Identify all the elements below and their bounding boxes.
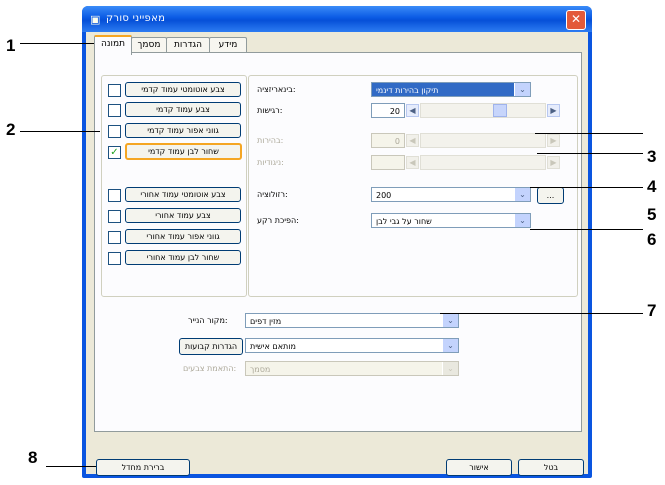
callout-line-4	[530, 187, 643, 188]
front-auto-color-checkbox[interactable]	[108, 84, 121, 97]
close-icon: ✕	[570, 12, 582, 26]
invert-label: הפיכת רקע:	[257, 216, 299, 225]
rear-auto-color-checkbox[interactable]	[108, 189, 121, 202]
rear-gray-preset[interactable]: גווני אפור עמוד אחורי	[125, 229, 241, 244]
color-match-dropdown[interactable]: מסמך ⌄	[245, 361, 459, 376]
chevron-down-icon[interactable]: ⌄	[442, 314, 458, 327]
contrast-input[interactable]	[371, 155, 405, 170]
callout-line-3	[535, 133, 643, 134]
sensitivity-left-arrow-icon[interactable]: ◀	[406, 104, 419, 117]
brightness-left-arrow-icon[interactable]: ◀	[406, 134, 419, 147]
rear-color-preset[interactable]: צבע עמוד אחורי	[125, 208, 241, 223]
brightness-input[interactable]: 0	[371, 133, 405, 148]
callout-line-8	[46, 466, 96, 467]
scanner-properties-dialog: ▣ מאפייני סורק ✕ תמונה מסמך הגדרות מידע …	[82, 6, 592, 478]
paper-source-label: מקור הנייר:	[188, 316, 228, 325]
callout-line-3b	[537, 153, 643, 154]
chevron-down-icon[interactable]: ⌄	[514, 188, 530, 201]
chevron-down-icon[interactable]: ⌄	[442, 362, 458, 375]
ok-button[interactable]: אישור	[446, 459, 512, 476]
cancel-button[interactable]: בטל	[518, 459, 584, 476]
dialog-client-area: תמונה מסמך הגדרות מידע צבע אוטומטי עמוד …	[86, 32, 588, 476]
sensitivity-right-arrow-icon[interactable]: ▶	[547, 104, 560, 117]
front-gray-checkbox[interactable]	[108, 125, 121, 138]
front-gray-preset[interactable]: גווני אפור עמוד קדמי	[125, 123, 241, 138]
contrast-left-arrow-icon[interactable]: ◀	[406, 156, 419, 169]
chevron-down-icon[interactable]: ⌄	[442, 339, 458, 352]
contrast-right-arrow-icon[interactable]: ▶	[547, 156, 560, 169]
custom-dropdown[interactable]: מותאם אישית ⌄	[245, 338, 459, 353]
rear-bw-preset[interactable]: שחור לבן עמוד אחורי	[125, 250, 241, 265]
callout-2: 2	[6, 120, 16, 139]
contrast-slider-track[interactable]	[420, 155, 546, 170]
tab-image[interactable]: תמונה	[94, 35, 132, 55]
callout-4: 4	[647, 177, 657, 196]
callout-line-5	[530, 229, 643, 230]
contrast-label: ניגודיות:	[257, 158, 284, 167]
brightness-label: בהירות:	[257, 136, 284, 145]
brightness-slider-track[interactable]	[420, 133, 546, 148]
front-color-preset[interactable]: צבע עמוד קדמי	[125, 102, 241, 117]
binarization-label: בינאריזציה:	[257, 85, 296, 94]
invert-value: שחור על גבי לבן	[376, 217, 432, 226]
scanner-icon: ▣	[90, 13, 101, 26]
callout-1: 1	[6, 36, 16, 55]
rear-color-checkbox[interactable]	[108, 210, 121, 223]
tab-info[interactable]: מידע	[209, 37, 247, 53]
color-match-value: מסמך	[250, 365, 271, 374]
title-bar: ▣ מאפייני סורק ✕	[82, 6, 592, 32]
preset-settings-button[interactable]: הגדרות קבועות	[179, 338, 243, 355]
chevron-down-icon[interactable]: ⌄	[514, 214, 530, 227]
binarization-dropdown[interactable]: תיקון בהירות דינמי ⌄	[371, 82, 531, 97]
rear-auto-color-preset[interactable]: צבע אוטומטי עמוד אחורי	[125, 187, 241, 202]
custom-value: מותאם אישית	[250, 342, 296, 351]
callout-7: 7	[647, 301, 657, 320]
callout-5: 5	[647, 205, 657, 224]
brightness-right-arrow-icon[interactable]: ▶	[547, 134, 560, 147]
callout-8: 8	[28, 448, 38, 467]
callout-6: 6	[647, 230, 657, 249]
callout-line-7	[440, 313, 643, 314]
invert-dropdown[interactable]: שחור על גבי לבן ⌄	[371, 213, 531, 228]
rear-gray-checkbox[interactable]	[108, 231, 121, 244]
sensitivity-slider-track[interactable]	[420, 103, 546, 118]
binarization-value: תיקון בהירות דינמי	[376, 86, 439, 95]
paper-source-value: מזין דפים	[250, 317, 282, 326]
callout-line-2	[20, 131, 100, 132]
window-title: מאפייני סורק	[106, 13, 166, 24]
close-button[interactable]: ✕	[566, 10, 586, 30]
tab-settings[interactable]: הגדרות	[166, 37, 210, 53]
front-color-checkbox[interactable]	[108, 104, 121, 117]
resolution-more-button[interactable]: ...	[537, 187, 564, 204]
checkmark-icon: ✓	[110, 147, 119, 158]
paper-source-dropdown[interactable]: מזין דפים ⌄	[245, 313, 459, 328]
image-tab-panel: צבע אוטומטי עמוד קדמי צבע עמוד קדמי גוונ…	[94, 52, 582, 432]
resolution-dropdown[interactable]: 200 ⌄	[371, 187, 531, 202]
sensitivity-label: רגישות:	[257, 106, 283, 115]
rear-bw-checkbox[interactable]	[108, 252, 121, 265]
color-match-label: התאמת צבעים:	[183, 364, 237, 373]
front-bw-preset[interactable]: שחור לבן עמוד קדמי	[125, 143, 242, 160]
chevron-down-icon[interactable]: ⌄	[514, 83, 530, 96]
sensitivity-slider-thumb[interactable]	[493, 104, 507, 117]
defaults-button[interactable]: ברירת מחדל	[96, 459, 190, 476]
resolution-label: רזולוציה:	[257, 190, 288, 199]
front-bw-checkbox[interactable]: ✓	[108, 146, 121, 159]
tab-document[interactable]: מסמך	[131, 37, 167, 53]
resolution-value: 200	[376, 191, 392, 200]
front-auto-color-preset[interactable]: צבע אוטומטי עמוד קדמי	[125, 82, 241, 97]
callout-3: 3	[647, 147, 657, 166]
sensitivity-input[interactable]: 20	[371, 103, 405, 118]
